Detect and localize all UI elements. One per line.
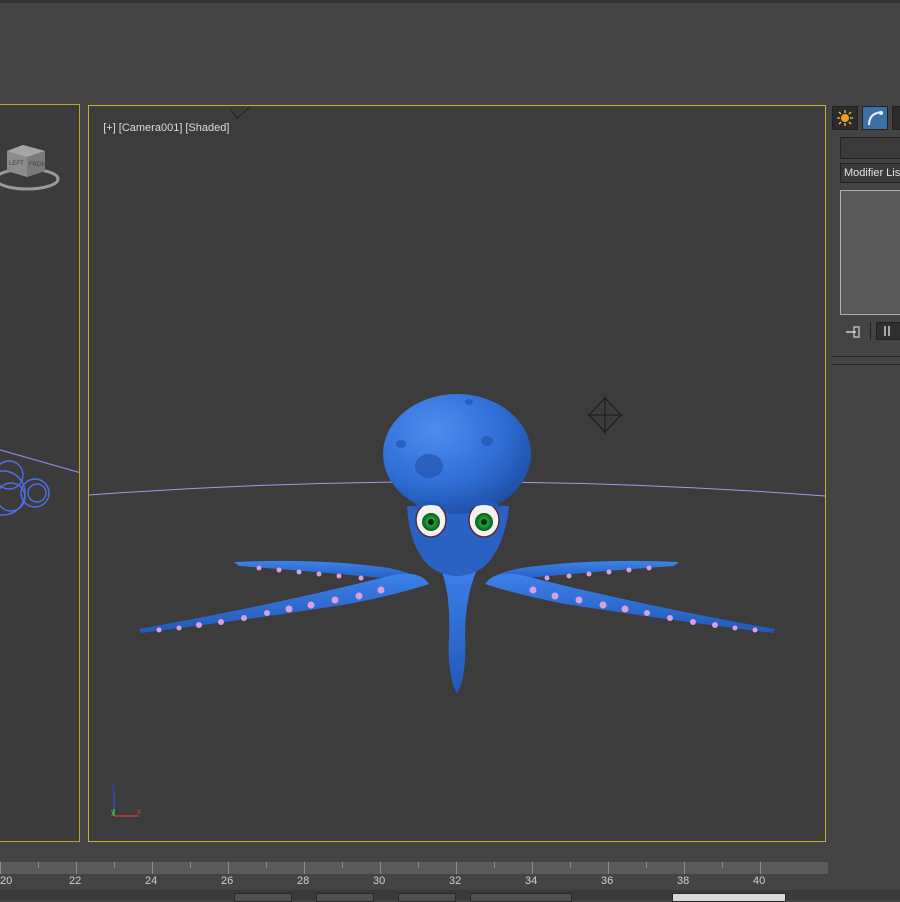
- status-field-1[interactable]: [234, 893, 292, 902]
- stack-buttons: [840, 322, 900, 342]
- viewport-left[interactable]: LEFT FRONT: [0, 104, 80, 842]
- time-tick: [304, 862, 305, 874]
- time-tick: [570, 862, 571, 868]
- time-tick: [190, 862, 191, 868]
- frame-label: 32: [449, 875, 462, 887]
- frame-label: 38: [677, 875, 690, 887]
- viewport-left-canvas: LEFT FRONT: [0, 145, 79, 516]
- status-field-4[interactable]: [470, 893, 572, 902]
- axis-gizmo: z y x: [111, 782, 141, 817]
- status-field-3[interactable]: [398, 893, 456, 902]
- modifier-stack-list[interactable]: [840, 190, 900, 315]
- end-result-icon: [884, 326, 890, 336]
- time-tick: [722, 862, 723, 868]
- modifier-list-dropdown[interactable]: Modifier List: [840, 163, 900, 183]
- time-tick: [456, 862, 457, 874]
- axis-z-label: z: [111, 782, 115, 791]
- panel-separator-2: [832, 364, 900, 365]
- scene-canvas[interactable]: z y x: [89, 106, 825, 841]
- time-tick: [760, 862, 761, 874]
- time-ruler[interactable]: [0, 862, 828, 874]
- modify-arc-icon: [868, 111, 883, 126]
- camera-target-icon[interactable]: [587, 396, 623, 434]
- object-name-field[interactable]: [840, 137, 900, 159]
- time-tick: [608, 862, 609, 874]
- tab-modify[interactable]: [862, 106, 888, 130]
- frame-label: 34: [525, 875, 538, 887]
- selection-field[interactable]: [672, 893, 786, 902]
- time-tick: [684, 862, 685, 874]
- frame-label: 22: [69, 875, 82, 887]
- show-end-result-button[interactable]: [876, 322, 900, 340]
- frame-label: 20: [0, 875, 13, 887]
- time-tick: [76, 862, 77, 874]
- time-tick: [0, 862, 1, 874]
- time-tick: [152, 862, 153, 874]
- wireframe-object: [0, 460, 50, 516]
- viewport-camera[interactable]: [+] [Camera001] [Shaded] z y x: [88, 105, 826, 842]
- status-field-2[interactable]: [316, 893, 374, 902]
- panel-separator: [832, 356, 900, 357]
- time-tick: [494, 862, 495, 868]
- frame-label: 28: [297, 875, 310, 887]
- stack-divider: [870, 322, 871, 340]
- viewcube[interactable]: LEFT FRONT: [0, 145, 60, 191]
- frame-label: 40: [753, 875, 766, 887]
- time-tick: [380, 862, 381, 874]
- frame-label: 24: [145, 875, 158, 887]
- tab-hierarchy[interactable]: [892, 106, 900, 130]
- time-tick: [646, 862, 647, 868]
- time-tick: [114, 862, 115, 868]
- time-tick: [418, 862, 419, 868]
- octopus-model[interactable]: [139, 394, 775, 694]
- time-tick: [342, 862, 343, 868]
- frame-label: 36: [601, 875, 614, 887]
- axis-y-label: y: [111, 807, 115, 816]
- tab-create[interactable]: [832, 106, 858, 130]
- axis-x-label: x: [137, 807, 141, 816]
- time-tick: [266, 862, 267, 868]
- viewcube-front-face: FRONT: [29, 162, 50, 168]
- time-tick: [532, 862, 533, 874]
- pin-stack-icon[interactable]: [844, 324, 862, 340]
- time-tick: [228, 862, 229, 874]
- create-sun-icon: [837, 110, 853, 126]
- main-toolbar-area: [0, 0, 900, 100]
- frame-label: 30: [373, 875, 386, 887]
- time-tick: [38, 862, 39, 868]
- frame-label: 26: [221, 875, 234, 887]
- viewcube-left-face: LEFT: [9, 161, 24, 167]
